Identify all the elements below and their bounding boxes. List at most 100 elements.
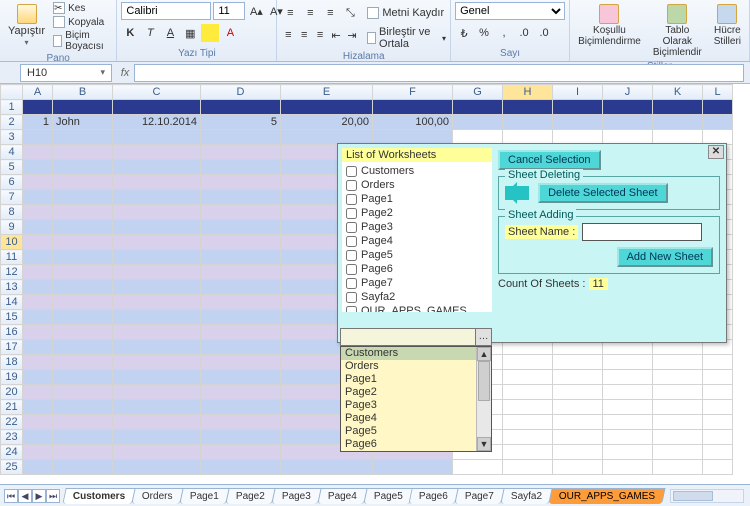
row-header-12[interactable]: 12	[1, 265, 23, 280]
combo-option[interactable]: Page5	[341, 425, 491, 438]
sheet-tab[interactable]: Page2	[225, 488, 275, 504]
cell-H24[interactable]	[503, 445, 553, 460]
row-header-6[interactable]: 6	[1, 175, 23, 190]
border-button[interactable]: ▦	[181, 24, 199, 42]
cell-B24[interactable]	[53, 445, 113, 460]
cell-B22[interactable]	[53, 415, 113, 430]
cell-D12[interactable]	[201, 265, 281, 280]
cell-B19[interactable]	[53, 370, 113, 385]
cancel-selection-button[interactable]: Cancel Selection	[498, 150, 601, 170]
worksheet-checkbox[interactable]	[346, 292, 357, 303]
cell-K20[interactable]	[653, 385, 703, 400]
sheet-tab[interactable]: Page6	[409, 488, 459, 504]
worksheet-checkbox-item[interactable]: Page3	[346, 220, 488, 234]
cell-J1[interactable]	[603, 100, 653, 115]
cell-F2[interactable]: 100,00	[373, 115, 453, 130]
combo-option[interactable]: Customers	[341, 347, 491, 360]
cell-D13[interactable]	[201, 280, 281, 295]
copy-button[interactable]: Kopyala	[53, 16, 112, 28]
cell-D15[interactable]	[201, 310, 281, 325]
cell-D25[interactable]	[201, 460, 281, 475]
cell-C22[interactable]	[113, 415, 201, 430]
cell-D2[interactable]: 5	[201, 115, 281, 130]
sheet-tab[interactable]: Page7	[455, 488, 505, 504]
cell-C14[interactable]	[113, 295, 201, 310]
cell-I23[interactable]	[553, 430, 603, 445]
cell-H19[interactable]	[503, 370, 553, 385]
cell-I1[interactable]	[553, 100, 603, 115]
cell-B3[interactable]	[53, 130, 113, 145]
row-header-10[interactable]: 10	[1, 235, 23, 250]
cell-H18[interactable]	[503, 355, 553, 370]
cell-A22[interactable]	[23, 415, 53, 430]
cell-C1[interactable]	[113, 100, 201, 115]
tab-nav-last[interactable]: ⏭	[46, 489, 60, 503]
col-header-E[interactable]: E	[281, 85, 373, 100]
cell-D16[interactable]	[201, 325, 281, 340]
row-header-1[interactable]: 1	[1, 100, 23, 115]
hscroll-thumb[interactable]	[673, 491, 713, 501]
col-header-F[interactable]: F	[373, 85, 453, 100]
cell-L23[interactable]	[703, 430, 733, 445]
fill-color-button[interactable]	[201, 24, 219, 42]
sheet-tab[interactable]: Orders	[132, 488, 184, 504]
cell-A3[interactable]	[23, 130, 53, 145]
cell-C6[interactable]	[113, 175, 201, 190]
worksheet-checkbox[interactable]	[346, 208, 357, 219]
cell-D19[interactable]	[201, 370, 281, 385]
font-name-combo[interactable]	[121, 2, 211, 20]
format-painter-button[interactable]: Biçim Boyacısı	[53, 30, 112, 52]
cell-L22[interactable]	[703, 415, 733, 430]
font-size-combo[interactable]	[213, 2, 245, 20]
indent-dec-button[interactable]: ⇤	[329, 26, 343, 44]
cell-E2[interactable]: 20,00	[281, 115, 373, 130]
col-header-C[interactable]: C	[113, 85, 201, 100]
cell-J22[interactable]	[603, 415, 653, 430]
combo-scrollbar[interactable]: ▲ ▼	[476, 347, 491, 451]
cell-D23[interactable]	[201, 430, 281, 445]
cell-D17[interactable]	[201, 340, 281, 355]
row-header-22[interactable]: 22	[1, 415, 23, 430]
row-header-13[interactable]: 13	[1, 280, 23, 295]
combo-option[interactable]: Orders	[341, 360, 491, 373]
row-header-2[interactable]: 2	[1, 115, 23, 130]
cell-H20[interactable]	[503, 385, 553, 400]
worksheet-checkbox[interactable]	[346, 264, 357, 275]
number-format-combo[interactable]: Genel	[455, 2, 565, 20]
inc-decimal-button[interactable]: .0	[515, 24, 533, 42]
cell-D10[interactable]	[201, 235, 281, 250]
cell-B7[interactable]	[53, 190, 113, 205]
cell-L21[interactable]	[703, 400, 733, 415]
col-header-L[interactable]: L	[703, 85, 733, 100]
combo-option[interactable]: Page6	[341, 438, 491, 451]
cell-D14[interactable]	[201, 295, 281, 310]
combo-option[interactable]: Page2	[341, 386, 491, 399]
cell-I2[interactable]	[553, 115, 603, 130]
align-bottom-button[interactable]: ≡	[321, 4, 339, 22]
dec-decimal-button[interactable]: .0	[535, 24, 553, 42]
cell-styles-button[interactable]: Hücre Stilleri	[710, 2, 745, 49]
sheet-tab[interactable]: Page3	[271, 488, 321, 504]
cell-L18[interactable]	[703, 355, 733, 370]
cell-B25[interactable]	[53, 460, 113, 475]
cell-C23[interactable]	[113, 430, 201, 445]
font-color-button[interactable]: A	[221, 24, 239, 42]
worksheet-checkbox-item[interactable]: Page7	[346, 276, 488, 290]
cell-C7[interactable]	[113, 190, 201, 205]
worksheet-checkbox[interactable]	[346, 166, 357, 177]
cell-B14[interactable]	[53, 295, 113, 310]
align-center-button[interactable]: ≡	[297, 26, 311, 44]
cell-C24[interactable]	[113, 445, 201, 460]
cell-H21[interactable]	[503, 400, 553, 415]
cell-K21[interactable]	[653, 400, 703, 415]
cell-B5[interactable]	[53, 160, 113, 175]
cell-B12[interactable]	[53, 265, 113, 280]
cell-A1[interactable]	[23, 100, 53, 115]
sheet-tab[interactable]: Page4	[317, 488, 367, 504]
align-middle-button[interactable]: ≡	[301, 4, 319, 22]
cell-B11[interactable]	[53, 250, 113, 265]
cell-K1[interactable]	[653, 100, 703, 115]
cell-B16[interactable]	[53, 325, 113, 340]
worksheet-checkbox-item[interactable]: Page5	[346, 248, 488, 262]
cell-J24[interactable]	[603, 445, 653, 460]
